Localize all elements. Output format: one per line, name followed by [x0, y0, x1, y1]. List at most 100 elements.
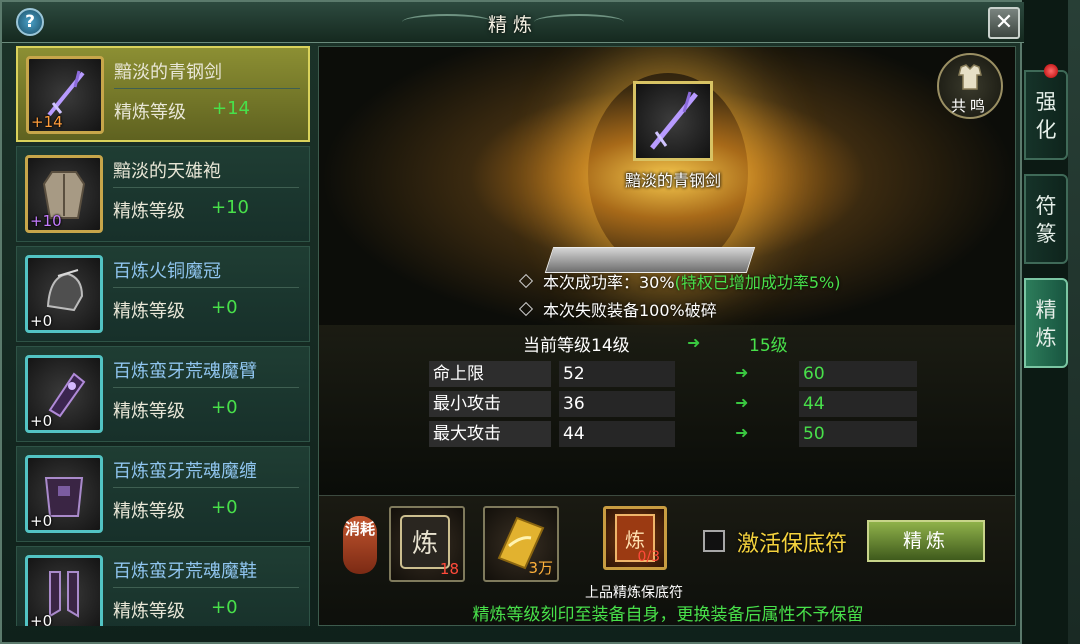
stat-label: 命上限 — [429, 361, 551, 387]
robe-thumb: +10 — [25, 155, 103, 233]
activate-guard-checkbox[interactable] — [703, 530, 725, 552]
item-badge: +0 — [30, 612, 53, 626]
bracer-thumb: +0 — [25, 355, 103, 433]
tab-enhance[interactable]: 强化 — [1024, 70, 1068, 160]
target-equipment-name: 黯淡的青钢剑 — [624, 171, 721, 190]
divider — [113, 587, 299, 588]
tab-talisman[interactable]: 符篆 — [1024, 174, 1068, 264]
refine-note: 精炼等级刻印至装备自身，更换装备后属性不予保留 — [472, 605, 864, 625]
resonance-button[interactable]: 共鸣 — [937, 53, 1003, 119]
stat-row: 最小攻击 36 ➜ 44 — [429, 391, 929, 417]
equipment-list: +14 黯淡的青钢剑 精炼等级 +14 +10 黯淡的天雄袍 精炼等级 +10 — [16, 46, 310, 626]
item-level-value: +0 — [211, 497, 238, 518]
item-level-value: +10 — [211, 197, 249, 218]
divider — [114, 88, 300, 89]
tab-label: 强化 — [1035, 90, 1057, 142]
item-name: 百炼火铜魔冠 — [113, 261, 221, 282]
target-equipment-slot[interactable] — [633, 81, 713, 161]
arrow-right-icon: ➜ — [735, 393, 749, 412]
notification-dot — [1044, 64, 1058, 78]
stat-row: 命上限 52 ➜ 60 — [429, 361, 929, 387]
guard-charm-name: 上品精炼保底符 — [585, 585, 683, 601]
fail-line: 本次失败装备100%破碎 — [518, 297, 717, 321]
item-name: 百炼蛮牙荒魂魔鞋 — [113, 561, 257, 582]
forge-scene: 黯淡的青钢剑 共鸣 本次成功率：30%(特权已增加成功率5%) 本次失败装备10… — [319, 47, 1015, 337]
material-slot-stone[interactable]: 炼 18 — [389, 506, 465, 582]
window-title: 精炼 — [487, 14, 538, 36]
tab-label: 符篆 — [1035, 194, 1057, 246]
item-badge: +10 — [30, 212, 62, 230]
help-button[interactable]: ? — [16, 8, 44, 36]
item-level-label: 精炼等级 — [113, 401, 185, 422]
stat-row: 最大攻击 44 ➜ 50 — [429, 421, 929, 447]
armor-icon — [958, 64, 982, 90]
belt-thumb: +0 — [25, 455, 103, 533]
diamond-bullet-icon — [518, 301, 534, 317]
success-bonus-text: (特权已增加成功率5%) — [674, 273, 841, 292]
equipment-item-boots[interactable]: +0 百炼蛮牙荒魂魔鞋 精炼等级 +0 — [16, 546, 310, 626]
equipment-item-helmet[interactable]: +0 百炼火铜魔冠 精炼等级 +0 — [16, 246, 310, 342]
divider — [113, 387, 299, 388]
stat-label: 最小攻击 — [429, 391, 551, 417]
item-name: 黯淡的天雄袍 — [113, 161, 221, 182]
arrow-right-icon: ➜ — [735, 423, 749, 442]
stat-current: 44 — [559, 421, 675, 447]
item-level-label: 精炼等级 — [113, 501, 185, 522]
refine-button[interactable]: 精炼 — [867, 520, 985, 562]
refine-window: 精炼 ? ✕ +14 黯淡的青钢剑 精炼等级 +14 +10 黯淡的天雄袍 精炼… — [0, 0, 1024, 644]
item-name: 百炼蛮牙荒魂魔臂 — [113, 361, 257, 382]
stat-next: 44 — [799, 391, 917, 417]
consume-tag: 消耗 — [343, 516, 377, 574]
stat-current: 52 — [559, 361, 675, 387]
refine-panel: 黯淡的青钢剑 共鸣 本次成功率：30%(特权已增加成功率5%) 本次失败装备10… — [318, 46, 1016, 626]
divider — [113, 187, 299, 188]
next-level: 15级 — [749, 336, 788, 356]
item-name: 百炼蛮牙荒魂魔缠 — [113, 461, 257, 482]
arrow-right-icon: ➜ — [735, 363, 749, 382]
background-edge — [1068, 0, 1080, 644]
equipment-item-sword[interactable]: +14 黯淡的青钢剑 精炼等级 +14 — [16, 46, 310, 142]
fail-text: 本次失败装备100%破碎 — [543, 301, 717, 320]
activate-guard-label[interactable]: 激活保底符 — [737, 526, 847, 558]
item-level-value: +0 — [211, 597, 238, 618]
item-badge: +14 — [31, 113, 63, 131]
item-level-value: +0 — [211, 397, 238, 418]
close-button[interactable]: ✕ — [988, 7, 1020, 39]
stat-next: 50 — [799, 421, 917, 447]
resonance-label: 共鸣 — [950, 97, 989, 115]
stats-area: 当前等级14级 ➜ 15级 命上限 52 ➜ 60 最小攻击 36 ➜ 44 最… — [319, 325, 1015, 495]
equipment-item-robe[interactable]: +10 黯淡的天雄袍 精炼等级 +10 — [16, 146, 310, 242]
item-badge: +0 — [30, 312, 53, 330]
divider — [113, 287, 299, 288]
item-level-label: 精炼等级 — [114, 102, 186, 123]
success-rate-text: 本次成功率：30% — [543, 273, 675, 292]
boots-thumb: +0 — [25, 555, 103, 626]
diamond-bullet-icon — [518, 273, 534, 289]
title-bar: 精炼 ? ✕ — [2, 2, 1024, 43]
material-count: 3万 — [528, 559, 553, 577]
item-level-label: 精炼等级 — [113, 201, 185, 222]
item-level-label: 精炼等级 — [113, 601, 185, 622]
item-badge: +0 — [30, 512, 53, 530]
item-level-label: 精炼等级 — [113, 301, 185, 322]
tab-refine[interactable]: 精炼 — [1024, 278, 1068, 368]
current-level: 当前等级14级 — [523, 336, 630, 356]
material-count: 18 — [439, 560, 459, 578]
divider — [113, 487, 299, 488]
tab-label: 精炼 — [1035, 298, 1057, 350]
guard-charm-slot[interactable]: 炼 0/3 — [603, 506, 667, 570]
sword-thumb: +14 — [26, 56, 104, 134]
item-badge: +0 — [30, 412, 53, 430]
equipment-item-bracer[interactable]: +0 百炼蛮牙荒魂魔臂 精炼等级 +0 — [16, 346, 310, 442]
stat-label: 最大攻击 — [429, 421, 551, 447]
arrow-right-icon: ➜ — [687, 333, 701, 352]
success-rate-line: 本次成功率：30%(特权已增加成功率5%) — [518, 269, 841, 293]
sword-icon — [650, 91, 698, 150]
item-level-value: +0 — [211, 297, 238, 318]
material-slot-gold[interactable]: 3万 — [483, 506, 559, 582]
stat-current: 36 — [559, 391, 675, 417]
helmet-thumb: +0 — [25, 255, 103, 333]
consume-bar: 消耗 炼 18 3万 炼 0/3 上品精炼保底符 激活保底符 精炼 精炼等级刻印… — [319, 495, 1015, 625]
svg-text:炼: 炼 — [412, 529, 438, 559]
equipment-item-belt[interactable]: +0 百炼蛮牙荒魂魔缠 精炼等级 +0 — [16, 446, 310, 542]
